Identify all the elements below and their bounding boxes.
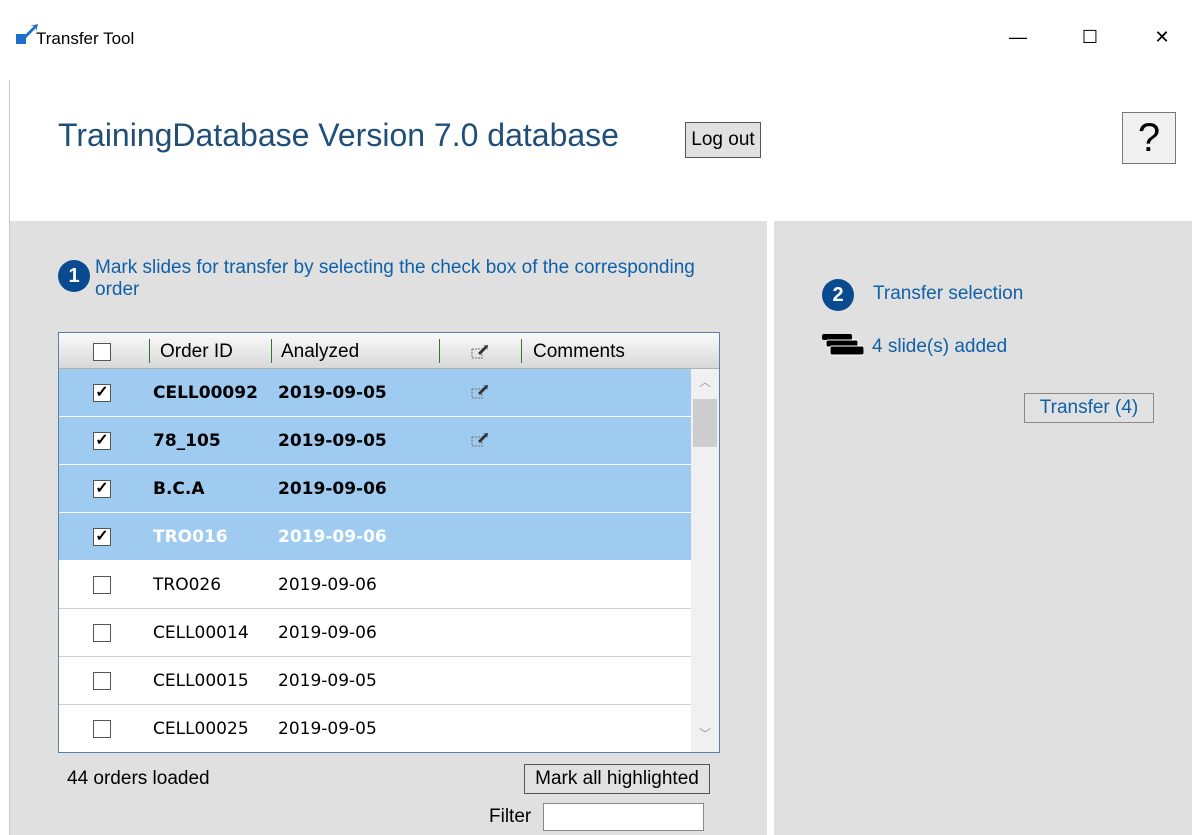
transfer-button[interactable]: Transfer (4) — [1024, 393, 1154, 423]
row-checkbox[interactable] — [93, 720, 111, 738]
row-checkbox[interactable] — [93, 576, 111, 594]
table-row[interactable]: CELL00025 2019-09-05 — [59, 705, 691, 752]
analyzed-cell: 2019-09-06 — [278, 527, 387, 547]
row-checkbox[interactable] — [93, 624, 111, 642]
table-row[interactable]: ✓ CELL00092 2019-09-05 — [59, 369, 691, 417]
filter-input[interactable] — [543, 803, 704, 831]
row-checkbox[interactable]: ✓ — [93, 528, 111, 546]
step-1-instructions: Mark slides for transfer by selecting th… — [95, 257, 695, 300]
column-separator[interactable] — [521, 339, 522, 363]
analyzed-cell: 2019-09-06 — [278, 575, 377, 595]
column-header-analyzed[interactable]: Analyzed — [281, 341, 359, 363]
row-checkbox[interactable]: ✓ — [93, 480, 111, 498]
row-checkbox[interactable] — [93, 672, 111, 690]
grid-scrollbar[interactable]: ︿ ﹀ — [691, 369, 719, 752]
order-id-cell: CELL00015 — [153, 671, 249, 691]
table-row[interactable]: CELL00015 2019-09-05 — [59, 657, 691, 705]
pane-splitter[interactable] — [767, 221, 774, 835]
transfer-pane — [774, 221, 1192, 835]
step-2-badge: 2 — [822, 279, 854, 311]
row-checkbox[interactable]: ✓ — [93, 432, 111, 450]
mark-all-highlighted-button[interactable]: Mark all highlighted — [524, 764, 710, 794]
analyzed-cell: 2019-09-05 — [278, 719, 377, 739]
step-2-title: Transfer selection — [873, 283, 1024, 304]
analyzed-cell: 2019-09-05 — [278, 383, 387, 403]
column-header-order-id[interactable]: Order ID — [160, 341, 233, 363]
external-link-icon[interactable] — [471, 345, 489, 359]
scroll-up-icon[interactable]: ︿ — [691, 373, 719, 393]
order-id-cell: 78_105 — [153, 431, 221, 451]
order-id-cell: TRO016 — [153, 527, 228, 547]
table-row[interactable]: CELL00014 2019-09-06 — [59, 609, 691, 657]
analyzed-cell: 2019-09-05 — [278, 671, 377, 691]
order-id-cell: CELL00014 — [153, 623, 249, 643]
select-all-checkbox[interactable] — [93, 343, 111, 361]
grid-header: Order ID Analyzed Comments — [59, 333, 719, 369]
column-separator[interactable] — [271, 339, 272, 363]
minimize-button[interactable]: — — [998, 22, 1038, 52]
slides-stack-icon — [822, 334, 864, 356]
logout-button[interactable]: Log out — [685, 122, 761, 158]
scrollbar-thumb[interactable] — [693, 399, 717, 447]
table-row[interactable]: ✓ TRO016 2019-09-06 — [59, 513, 691, 561]
analyzed-cell: 2019-09-06 — [278, 479, 387, 499]
left-edge — [0, 80, 10, 835]
filter-label: Filter — [489, 806, 532, 827]
column-header-comments[interactable]: Comments — [533, 341, 625, 363]
order-id-cell: TRO026 — [153, 575, 222, 595]
external-link-icon[interactable] — [471, 433, 489, 447]
order-id-cell: CELL00025 — [153, 719, 249, 739]
slides-added-count: 4 slide(s) added — [872, 336, 1008, 357]
order-id-cell: B.C.A — [153, 479, 205, 499]
maximize-button[interactable]: ☐ — [1070, 22, 1110, 52]
column-separator[interactable] — [149, 339, 150, 363]
step-1-badge: 1 — [58, 260, 90, 292]
scroll-down-icon[interactable]: ﹀ — [691, 725, 719, 745]
column-separator[interactable] — [439, 339, 440, 363]
table-row[interactable]: TRO026 2019-09-06 — [59, 561, 691, 609]
order-id-cell: CELL00092 — [153, 383, 258, 403]
help-button[interactable]: ? — [1122, 112, 1176, 164]
analyzed-cell: 2019-09-05 — [278, 431, 387, 451]
table-row[interactable]: ✓ 78_105 2019-09-05 — [59, 417, 691, 465]
close-button[interactable]: ✕ — [1142, 22, 1182, 52]
external-link-icon[interactable] — [471, 385, 489, 399]
database-title: TrainingDatabase Version 7.0 database — [58, 117, 619, 153]
row-checkbox[interactable]: ✓ — [93, 384, 111, 402]
analyzed-cell: 2019-09-06 — [278, 623, 377, 643]
orders-loaded-status: 44 orders loaded — [67, 768, 210, 789]
table-row[interactable]: ✓ B.C.A 2019-09-06 — [59, 465, 691, 513]
window-title: Transfer Tool — [36, 29, 135, 48]
transfer-tool-app-icon — [16, 24, 38, 44]
orders-grid: Order ID Analyzed Comments ✓ CELL00092 201… — [58, 332, 720, 753]
